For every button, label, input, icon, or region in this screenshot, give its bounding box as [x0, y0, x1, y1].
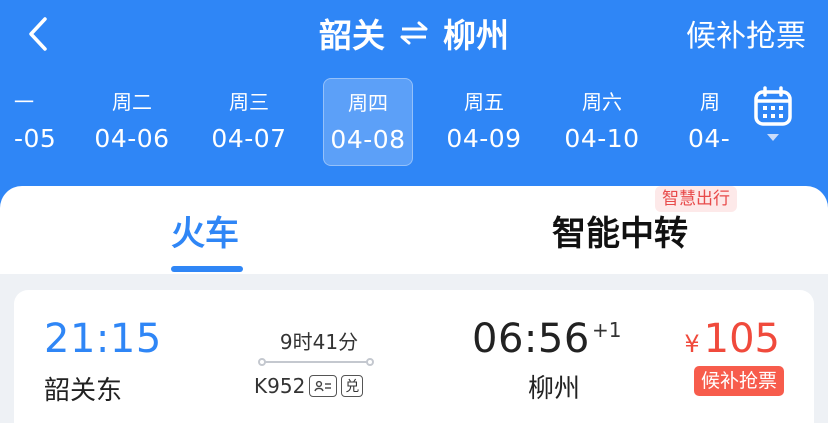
calendar-button[interactable]	[748, 86, 798, 150]
date-weekday: 一	[14, 90, 34, 114]
date-weekday: 周四	[348, 91, 388, 115]
date-value: 04-10	[564, 124, 640, 153]
train-search-results-screen: 韶关 柳州 候补抢票 一 -05 周二 04-06 周三 04-07 周四 04…	[0, 0, 828, 423]
to-station: 柳州	[443, 16, 509, 55]
date-value: 04-09	[446, 124, 522, 153]
date-weekday: 周五	[464, 90, 504, 114]
date-value: 04-08	[330, 125, 406, 154]
standby-ticket-button[interactable]: 候补抢票	[686, 12, 806, 54]
arrival-station: 柳州	[528, 374, 581, 404]
active-tab-indicator	[171, 266, 243, 272]
ticket-price: ¥ 105	[684, 316, 780, 362]
date-item-0407[interactable]: 周三 04-07	[204, 78, 294, 166]
date-item-0409[interactable]: 周五 04-09	[439, 78, 529, 166]
date-item-0411[interactable]: 周 04-	[688, 78, 740, 166]
date-weekday: 周	[700, 90, 720, 114]
smart-travel-badge: 智慧出行	[655, 186, 737, 212]
date-value: 04-	[688, 124, 731, 153]
date-value: 04-06	[94, 124, 170, 153]
id-card-icon	[309, 375, 338, 397]
calendar-icon	[754, 86, 792, 126]
date-weekday: 周三	[229, 90, 269, 114]
tab-transfer-label: 智能中转	[552, 213, 688, 254]
train-result-card[interactable]: 21:15 韶关东 9时41分 K952 兑 06:56 +1 柳州 ¥ 105…	[14, 290, 814, 423]
date-item-0410[interactable]: 周六 04-10	[557, 78, 647, 166]
trip-duration: 9时41分	[279, 330, 359, 354]
from-station: 韶关	[319, 16, 385, 55]
date-selector: 一 -05 周二 04-06 周三 04-07 周四 04-08 周五 04-0…	[0, 78, 740, 166]
caret-down-icon	[767, 134, 779, 141]
tab-train-label: 火车	[171, 213, 239, 254]
date-weekday: 周六	[582, 90, 622, 114]
arrival-day-offset: +1	[592, 318, 622, 342]
date-item-0408-selected[interactable]: 周四 04-08	[323, 78, 413, 166]
departure-time: 21:15	[44, 316, 162, 362]
train-number-row: K952 兑	[254, 374, 364, 398]
route-line	[258, 357, 374, 367]
exchange-icon: 兑	[341, 375, 364, 397]
date-item-0405[interactable]: 一 -05	[14, 78, 74, 166]
swap-arrows-icon[interactable]	[399, 21, 429, 45]
price-amount: 105	[703, 316, 780, 362]
currency-symbol: ¥	[684, 330, 700, 358]
date-value: -05	[14, 124, 57, 153]
arrival-time: 06:56	[472, 316, 590, 362]
departure-station: 韶关东	[44, 376, 123, 406]
tab-train[interactable]: 火车	[120, 186, 290, 274]
train-number: K952	[254, 374, 306, 398]
date-weekday: 周二	[112, 90, 152, 114]
date-item-0406[interactable]: 周二 04-06	[87, 78, 177, 166]
date-value: 04-07	[211, 124, 287, 153]
standby-ticket-badge[interactable]: 候补抢票	[693, 366, 784, 396]
